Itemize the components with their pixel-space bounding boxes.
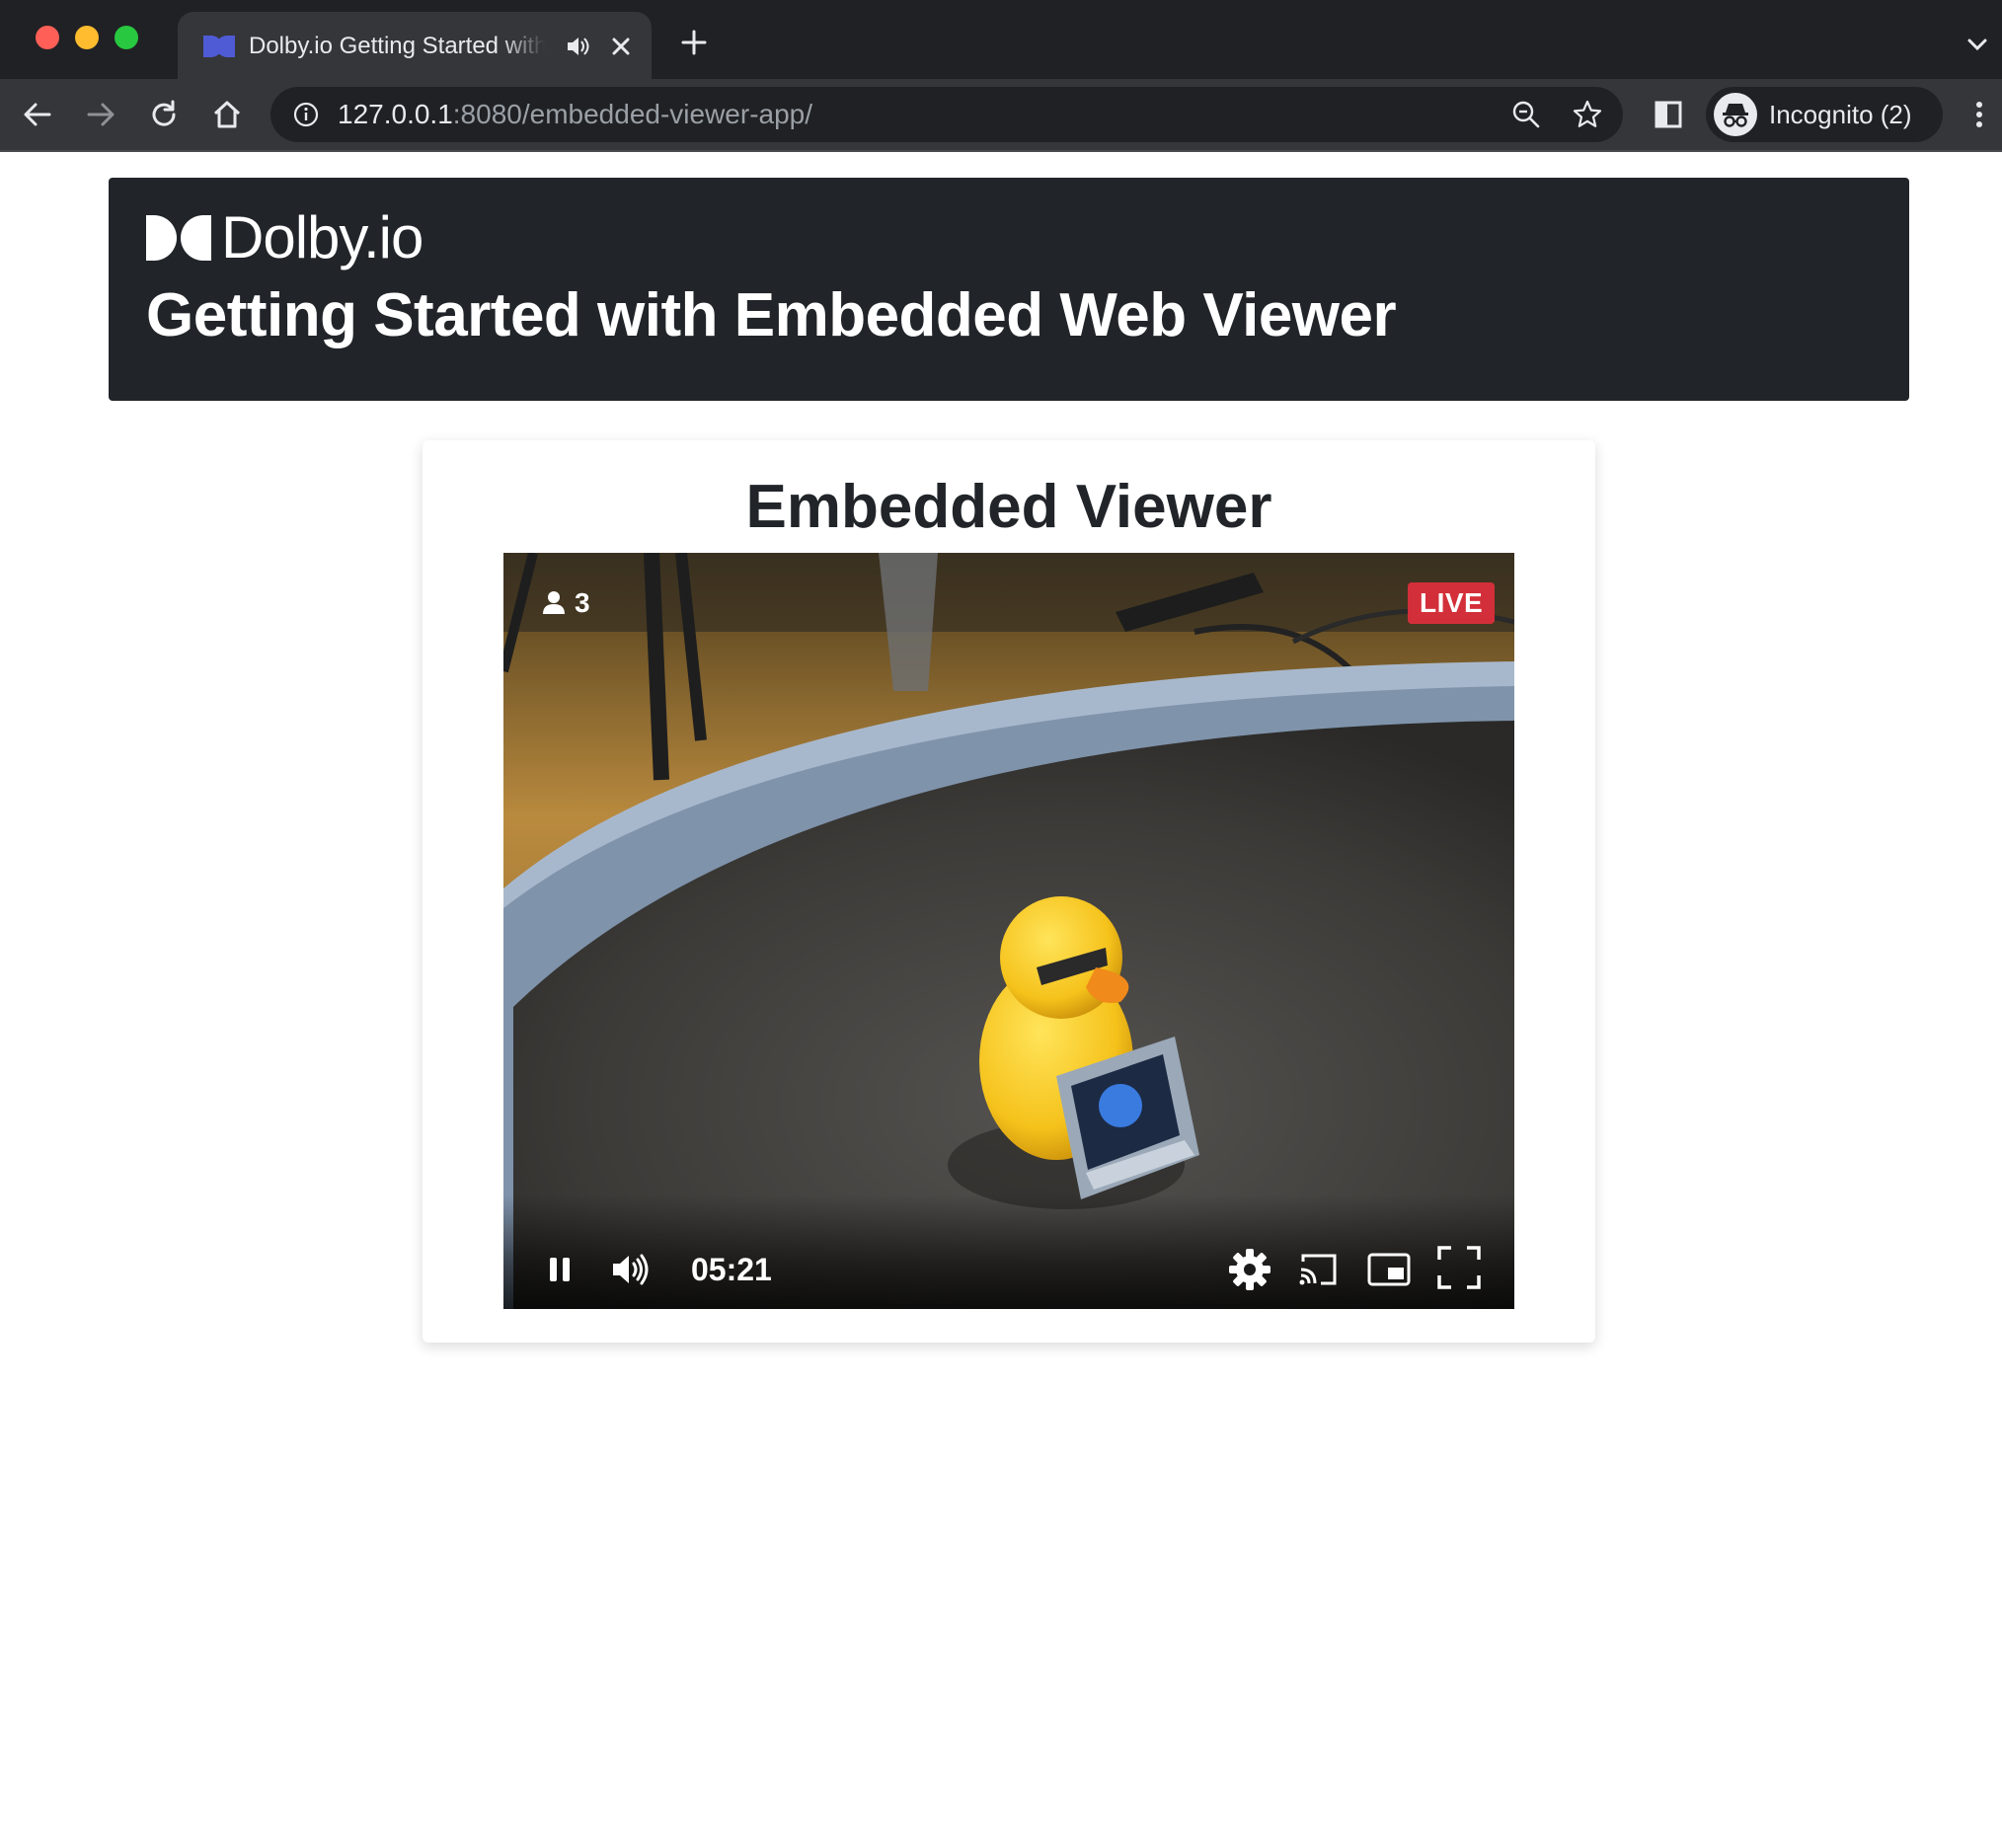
viewer-count-value: 3	[575, 587, 590, 618]
pip-icon	[1367, 1253, 1411, 1286]
live-badge: LIVE	[1408, 582, 1496, 624]
close-window-button[interactable]	[36, 26, 59, 49]
viewer-count: 3	[541, 586, 590, 620]
forward-arrow-icon[interactable]	[83, 97, 118, 132]
logo-suffix: .io	[362, 204, 424, 270]
dolby-logo-mark-icon	[146, 215, 211, 261]
zoom-icon[interactable]	[1510, 99, 1542, 130]
reload-icon[interactable]	[146, 97, 182, 132]
more-menu-icon[interactable]	[1964, 97, 1994, 132]
page-title: Getting Started with Embedded Web Viewer	[146, 281, 1397, 349]
home-icon[interactable]	[209, 97, 245, 132]
controls-gradient	[503, 1194, 1514, 1309]
side-panel-icon[interactable]	[1651, 97, 1686, 132]
logo-text: Dolby	[221, 204, 364, 270]
person-icon	[543, 591, 565, 614]
picture-in-picture-button[interactable]	[1366, 1248, 1412, 1291]
tab-title: Dolby.io Getting Started with Embedded V…	[249, 33, 545, 59]
browser-tab-active[interactable]: Dolby.io Getting Started with Embedded V…	[178, 12, 652, 79]
site-info-icon[interactable]	[292, 101, 320, 128]
url-path: :8080/embedded-viewer-app/	[452, 99, 813, 129]
maximize-window-button[interactable]	[115, 26, 138, 49]
fullscreen-icon	[1437, 1246, 1481, 1289]
profile-label: Incognito (2)	[1769, 100, 1912, 129]
minimize-window-button[interactable]	[75, 26, 99, 49]
chevron-down-icon[interactable]	[1964, 32, 1990, 57]
plus-icon[interactable]	[679, 28, 709, 57]
url-host: 127.0.0.1	[338, 99, 453, 129]
back-arrow-icon[interactable]	[20, 97, 55, 132]
settings-button[interactable]	[1226, 1246, 1273, 1293]
page-header: Dolby.io Getting Started with Embedded W…	[109, 178, 1909, 401]
url-text: 127.0.0.1:8080/embedded-viewer-app/	[338, 99, 812, 130]
address-bar[interactable]: 127.0.0.1:8080/embedded-viewer-app/	[270, 87, 1623, 142]
dolby-favicon-icon	[203, 36, 235, 57]
incognito-profile-button[interactable]: Incognito (2)	[1706, 87, 1943, 142]
incognito-icon	[1714, 93, 1757, 136]
pause-button[interactable]	[545, 1250, 575, 1289]
browser-toolbar: 127.0.0.1:8080/embedded-viewer-app/ Inco…	[0, 79, 2002, 152]
gear-icon	[1229, 1249, 1270, 1290]
cast-icon	[1299, 1254, 1337, 1285]
browser-tab-strip: Dolby.io Getting Started with Embedded V…	[0, 0, 2002, 79]
volume-button[interactable]	[610, 1250, 652, 1289]
speaker-icon[interactable]	[565, 34, 590, 59]
bookmark-star-icon[interactable]	[1572, 99, 1603, 130]
pause-icon	[550, 1258, 570, 1281]
cast-button[interactable]	[1297, 1248, 1341, 1291]
close-icon[interactable]	[606, 32, 636, 61]
card-title: Embedded Viewer	[745, 473, 1272, 541]
playback-time: 05:21	[691, 1252, 772, 1287]
viewer-card: Embedded Viewer 3 LIVE 05:21	[423, 440, 1595, 1343]
volume-icon	[613, 1254, 649, 1285]
logo-wordmark: Dolby.io	[221, 204, 424, 270]
fullscreen-button[interactable]	[1435, 1244, 1483, 1291]
video-player[interactable]: 3 LIVE 05:21	[503, 553, 1514, 1309]
